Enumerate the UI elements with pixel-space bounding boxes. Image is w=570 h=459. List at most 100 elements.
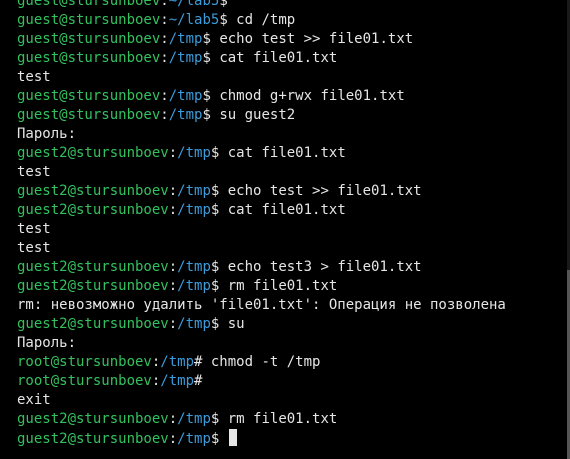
prompt-path: /tmp	[177, 183, 211, 199]
output-text: test	[17, 164, 51, 180]
command-text: cd /tmp	[227, 12, 296, 28]
prompt-user-host: guest@stursunboev	[17, 88, 161, 104]
command-text: chmod -t /tmp	[202, 354, 321, 370]
prompt-separator: :	[168, 145, 178, 161]
prompt-separator: :	[168, 183, 178, 199]
prompt-symbol: $	[202, 31, 211, 47]
command-text: cat file01.txt	[219, 145, 346, 161]
prompt-user-host: guest@stursunboev	[17, 12, 161, 28]
prompt-separator: :	[168, 278, 178, 294]
prompt-separator: :	[160, 107, 169, 123]
prompt-separator: :	[168, 259, 178, 275]
output-line: Пароль:	[17, 334, 506, 353]
prompt-line: guest@stursunboev:~/lab5$ cd /tmp	[17, 11, 506, 30]
prompt-line: guest2@stursunboev:/tmp$ rm file01.txt	[17, 277, 506, 296]
prompt-separator: :	[160, 0, 169, 9]
prompt-line: guest2@stursunboev:/tmp$ cat file01.txt	[17, 144, 506, 163]
output-line: test	[17, 68, 506, 87]
prompt-line: guest@stursunboev:/tmp$ chmod g+rwx file…	[17, 87, 506, 106]
prompt-line: guest2@stursunboev:/tmp$ echo test >> fi…	[17, 182, 506, 201]
prompt-path: /tmp	[168, 107, 203, 123]
prompt-path: /tmp	[160, 373, 195, 389]
prompt-path: /tmp	[168, 50, 203, 66]
prompt-separator: :	[160, 31, 169, 47]
prompt-separator: :	[168, 202, 178, 218]
prompt-path: /tmp	[177, 145, 211, 161]
prompt-user-host: guest2@stursunboev	[17, 411, 169, 427]
prompt-line: guest2@stursunboev:/tmp$ su	[17, 315, 506, 334]
prompt-user-host: guest@stursunboev	[17, 0, 161, 9]
output-text: test	[17, 69, 51, 85]
prompt-line: guest2@stursunboev:/tmp$ echo test3 > fi…	[17, 258, 506, 277]
output-line: test	[17, 239, 506, 258]
command-text: chmod g+rwx file01.txt	[210, 88, 405, 104]
prompt-path: /tmp	[177, 278, 211, 294]
command-text: rm file01.txt	[219, 278, 338, 294]
command-text: echo test3 > file01.txt	[219, 259, 422, 275]
command-text: cat file01.txt	[219, 202, 346, 218]
command-text: rm file01.txt	[219, 411, 338, 427]
output-text: Пароль:	[17, 126, 77, 142]
prompt-user-host: guest2@stursunboev	[17, 183, 169, 199]
prompt-path: ~/lab5	[168, 0, 220, 9]
prompt-separator: :	[160, 12, 169, 28]
prompt-path: /tmp	[168, 88, 203, 104]
prompt-user-host: root@stursunboev	[17, 373, 152, 389]
prompt-line: root@stursunboev:/tmp#	[17, 372, 506, 391]
prompt-user-host: guest@stursunboev	[17, 50, 161, 66]
prompt-line: guest@stursunboev:/tmp$ su guest2	[17, 106, 506, 125]
output-line: exit	[17, 391, 506, 410]
prompt-separator: :	[168, 316, 178, 332]
prompt-line: guest2@stursunboev:/tmp$ rm file01.txt	[17, 410, 506, 429]
prompt-path: /tmp	[177, 431, 211, 447]
terminal-window[interactable]: guest@stursunboev:~/lab5$ guest@stursunbo…	[0, 0, 570, 459]
text-cursor[interactable]	[228, 429, 237, 446]
output-line: rm: невозможно удалить 'file01.txt': Опе…	[17, 296, 506, 315]
prompt-symbol: $	[202, 107, 211, 123]
output-line: Пароль:	[17, 125, 506, 144]
output-text: rm: невозможно удалить 'file01.txt': Опе…	[17, 297, 506, 313]
prompt-line: guest@stursunboev:/tmp$ echo test >> fil…	[17, 30, 506, 49]
command-text: su	[219, 316, 245, 332]
prompt-path: ~/lab5	[168, 12, 220, 28]
prompt-separator: :	[160, 50, 169, 66]
prompt-symbol: $	[219, 12, 228, 28]
output-text: exit	[17, 392, 51, 408]
prompt-path: /tmp	[177, 316, 211, 332]
prompt-path: /tmp	[177, 411, 211, 427]
command-text	[219, 431, 227, 447]
prompt-separator: :	[168, 411, 178, 427]
prompt-user-host: guest2@stursunboev	[17, 259, 169, 275]
prompt-line: guest@stursunboev:~/lab5$	[17, 0, 506, 11]
prompt-line: guest2@stursunboev:/tmp$	[17, 429, 506, 448]
command-text: cat file01.txt	[210, 50, 338, 66]
prompt-path: /tmp	[177, 259, 211, 275]
prompt-symbol: $	[219, 0, 228, 9]
prompt-separator: :	[160, 88, 169, 104]
terminal-output[interactable]: guest@stursunboev:~/lab5$ guest@stursunbo…	[17, 0, 506, 448]
prompt-path: /tmp	[160, 354, 195, 370]
prompt-user-host: guest@stursunboev	[17, 107, 161, 123]
prompt-line: guest2@stursunboev:/tmp$ cat file01.txt	[17, 201, 506, 220]
prompt-line: root@stursunboev:/tmp# chmod -t /tmp	[17, 353, 506, 372]
prompt-user-host: guest2@stursunboev	[17, 278, 169, 294]
prompt-path: /tmp	[168, 31, 203, 47]
prompt-line: guest@stursunboev:/tmp$ cat file01.txt	[17, 49, 506, 68]
output-text: Пароль:	[17, 335, 77, 351]
prompt-user-host: guest@stursunboev	[17, 31, 161, 47]
prompt-symbol: #	[194, 373, 203, 389]
prompt-user-host: guest2@stursunboev	[17, 202, 169, 218]
command-text: echo test >> file01.txt	[219, 183, 422, 199]
prompt-user-host: root@stursunboev	[17, 354, 152, 370]
prompt-symbol: $	[202, 88, 211, 104]
prompt-user-host: guest2@stursunboev	[17, 145, 169, 161]
output-text: test	[17, 240, 51, 256]
output-line: test	[17, 163, 506, 182]
command-text: su guest2	[210, 107, 296, 123]
command-text: echo test >> file01.txt	[210, 31, 414, 47]
prompt-path: /tmp	[177, 202, 211, 218]
prompt-user-host: guest2@stursunboev	[17, 316, 169, 332]
prompt-user-host: guest2@stursunboev	[17, 431, 169, 447]
output-line: test	[17, 220, 506, 239]
output-text: test	[17, 221, 51, 237]
